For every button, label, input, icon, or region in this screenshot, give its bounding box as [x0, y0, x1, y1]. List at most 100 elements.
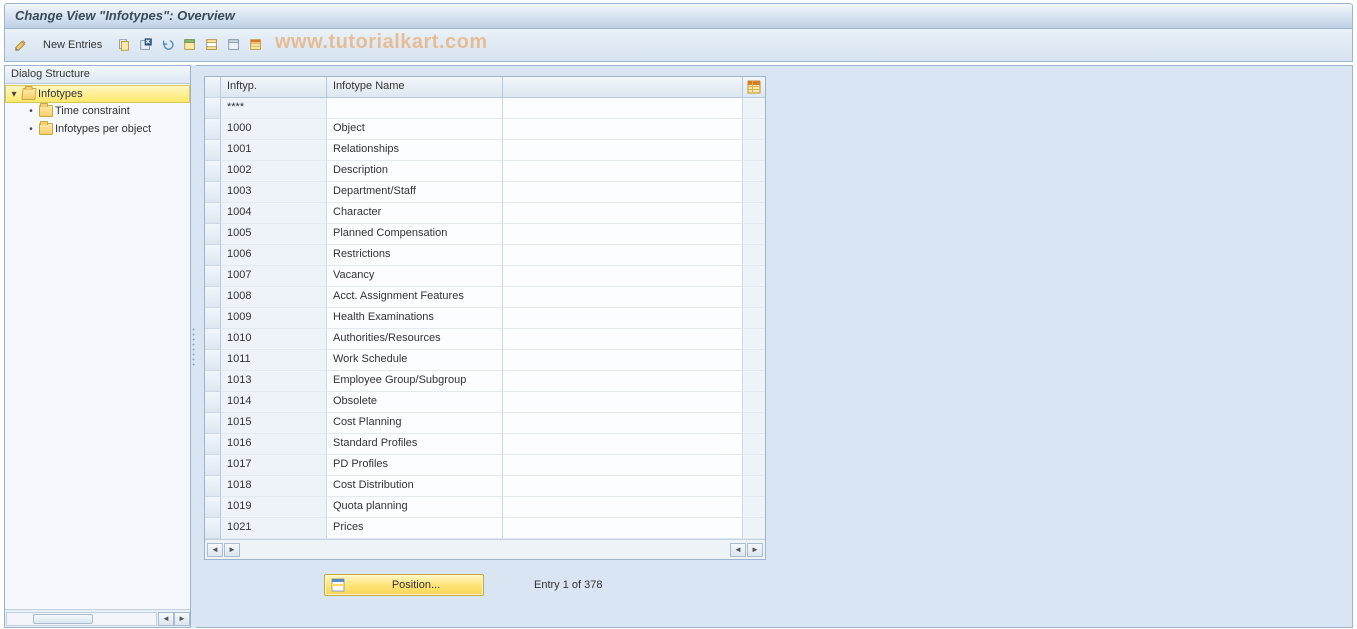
table-settings-icon[interactable]: [246, 35, 266, 55]
table-row[interactable]: 1010Authorities/Resources: [205, 329, 765, 350]
table-row[interactable]: 1018Cost Distribution: [205, 476, 765, 497]
copy-as-icon[interactable]: [114, 35, 134, 55]
cell-infotype-name[interactable]: Employee Group/Subgroup: [327, 371, 503, 392]
row-selector[interactable]: [205, 392, 221, 413]
cell-inftyp[interactable]: ****: [221, 98, 327, 119]
cell-inftyp[interactable]: 1005: [221, 224, 327, 245]
table-row[interactable]: 1016Standard Profiles: [205, 434, 765, 455]
cell-infotype-name[interactable]: Prices: [327, 518, 503, 539]
table-hscrollbar[interactable]: ◄ ► ◄ ►: [205, 539, 765, 559]
tree-node-time-constraint[interactable]: • Time constraint: [5, 102, 190, 120]
cell-inftyp[interactable]: 1009: [221, 308, 327, 329]
table-row[interactable]: 1009Health Examinations: [205, 308, 765, 329]
table-row[interactable]: 1005Planned Compensation: [205, 224, 765, 245]
cell-infotype-name[interactable]: PD Profiles: [327, 455, 503, 476]
table-row[interactable]: 1001Relationships: [205, 140, 765, 161]
hscroll-left-icon[interactable]: ◄: [158, 612, 174, 626]
cell-inftyp[interactable]: 1017: [221, 455, 327, 476]
row-selector[interactable]: [205, 140, 221, 161]
table-row[interactable]: 1015Cost Planning: [205, 413, 765, 434]
cell-infotype-name[interactable]: Restrictions: [327, 245, 503, 266]
table-row[interactable]: 1000Object: [205, 119, 765, 140]
cell-infotype-name[interactable]: Description: [327, 161, 503, 182]
row-selector[interactable]: [205, 434, 221, 455]
deselect-all-icon[interactable]: [224, 35, 244, 55]
cell-infotype-name[interactable]: Acct. Assignment Features: [327, 287, 503, 308]
cell-infotype-name[interactable]: Health Examinations: [327, 308, 503, 329]
cell-inftyp[interactable]: 1014: [221, 392, 327, 413]
cell-infotype-name[interactable]: Obsolete: [327, 392, 503, 413]
table-row[interactable]: 1019Quota planning: [205, 497, 765, 518]
delete-icon[interactable]: [136, 35, 156, 55]
table-row[interactable]: 1011Work Schedule: [205, 350, 765, 371]
cell-infotype-name[interactable]: Authorities/Resources: [327, 329, 503, 350]
hscroll-left-icon[interactable]: ◄: [207, 543, 223, 557]
select-block-icon[interactable]: [202, 35, 222, 55]
row-selector[interactable]: [205, 329, 221, 350]
cell-inftyp[interactable]: 1002: [221, 161, 327, 182]
table-row[interactable]: 1014Obsolete: [205, 392, 765, 413]
row-selector[interactable]: [205, 266, 221, 287]
table-row[interactable]: 1006Restrictions: [205, 245, 765, 266]
hscroll-track[interactable]: [6, 612, 157, 626]
cell-infotype-name[interactable]: Department/Staff: [327, 182, 503, 203]
row-selector[interactable]: [205, 371, 221, 392]
cell-inftyp[interactable]: 1007: [221, 266, 327, 287]
table-row[interactable]: 1008Acct. Assignment Features: [205, 287, 765, 308]
hscroll-left-end-icon[interactable]: ◄: [730, 543, 746, 557]
left-panel-hscrollbar[interactable]: ◄ ►: [5, 609, 190, 627]
cell-inftyp[interactable]: 1013: [221, 371, 327, 392]
tree-node-infotypes-per-object[interactable]: • Infotypes per object: [5, 120, 190, 138]
row-selector[interactable]: [205, 224, 221, 245]
row-selector[interactable]: [205, 476, 221, 497]
cell-inftyp[interactable]: 1016: [221, 434, 327, 455]
cell-infotype-name[interactable]: Cost Planning: [327, 413, 503, 434]
cell-inftyp[interactable]: 1021: [221, 518, 327, 539]
hscroll-right-icon[interactable]: ►: [174, 612, 190, 626]
table-row[interactable]: 1002Description: [205, 161, 765, 182]
cell-inftyp[interactable]: 1003: [221, 182, 327, 203]
cell-infotype-name[interactable]: Work Schedule: [327, 350, 503, 371]
row-selector[interactable]: [205, 119, 221, 140]
table-row[interactable]: 1013Employee Group/Subgroup: [205, 371, 765, 392]
tree-twisty-icon[interactable]: ▾: [8, 89, 20, 100]
hscroll-right-end-icon[interactable]: ►: [747, 543, 763, 557]
cell-inftyp[interactable]: 1019: [221, 497, 327, 518]
table-row[interactable]: ****: [205, 98, 765, 119]
row-selector[interactable]: [205, 203, 221, 224]
table-row[interactable]: 1007Vacancy: [205, 266, 765, 287]
cell-infotype-name[interactable]: Vacancy: [327, 266, 503, 287]
cell-inftyp[interactable]: 1000: [221, 119, 327, 140]
table-row[interactable]: 1021Prices: [205, 518, 765, 539]
cell-infotype-name[interactable]: Relationships: [327, 140, 503, 161]
cell-inftyp[interactable]: 1008: [221, 287, 327, 308]
row-selector[interactable]: [205, 308, 221, 329]
cell-infotype-name[interactable]: Cost Distribution: [327, 476, 503, 497]
row-selector[interactable]: [205, 497, 221, 518]
table-row[interactable]: 1017PD Profiles: [205, 455, 765, 476]
cell-inftyp[interactable]: 1018: [221, 476, 327, 497]
cell-inftyp[interactable]: 1001: [221, 140, 327, 161]
cell-inftyp[interactable]: 1015: [221, 413, 327, 434]
select-all-rows-corner[interactable]: [205, 77, 221, 98]
table-configure-button[interactable]: [743, 77, 765, 98]
row-selector[interactable]: [205, 245, 221, 266]
cell-inftyp[interactable]: 1006: [221, 245, 327, 266]
new-entries-button[interactable]: New Entries: [39, 36, 106, 54]
row-selector[interactable]: [205, 455, 221, 476]
row-selector[interactable]: [205, 182, 221, 203]
cell-inftyp[interactable]: 1010: [221, 329, 327, 350]
toggle-display-change-icon[interactable]: [11, 35, 31, 55]
cell-inftyp[interactable]: 1004: [221, 203, 327, 224]
row-selector[interactable]: [205, 413, 221, 434]
table-row[interactable]: 1003Department/Staff: [205, 182, 765, 203]
cell-infotype-name[interactable]: [327, 98, 503, 119]
cell-infotype-name[interactable]: Character: [327, 203, 503, 224]
table-row[interactable]: 1004Character: [205, 203, 765, 224]
row-selector[interactable]: [205, 161, 221, 182]
hscroll-thumb[interactable]: [33, 614, 93, 624]
row-selector[interactable]: [205, 287, 221, 308]
column-header-infotype-name[interactable]: Infotype Name: [327, 77, 503, 98]
row-selector[interactable]: [205, 518, 221, 539]
row-selector[interactable]: [205, 350, 221, 371]
